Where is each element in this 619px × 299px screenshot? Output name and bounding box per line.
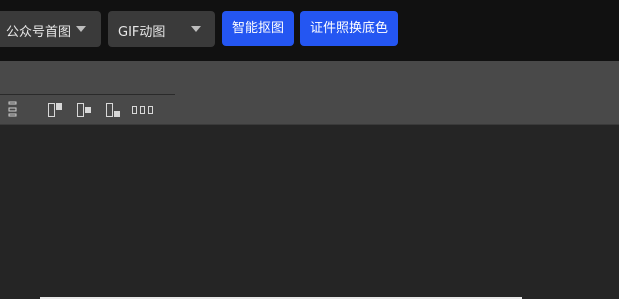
gif-dropdown[interactable]: GIF动图 [108,11,215,47]
gif-dropdown-label: GIF动图 [118,25,166,40]
wechat-cover-dropdown-label: 公众号首图 [6,25,72,40]
align-middle-icon[interactable] [76,101,96,118]
distribute-vertical-icon[interactable] [7,101,19,118]
distribute-horizontal-icon[interactable] [131,101,155,118]
chevron-down-icon [76,26,86,32]
smart-matting-button[interactable]: 智能抠图 [222,11,294,46]
align-top-icon[interactable] [47,101,67,118]
id-photo-background-button[interactable]: 证件照换底色 [300,11,398,46]
divider [0,94,175,95]
panel-header [0,61,619,94]
align-bottom-icon[interactable] [105,101,125,118]
top-toolbar: 公众号首图 GIF动图 智能抠图 证件照换底色 [0,0,619,61]
canvas-area[interactable] [0,125,619,299]
chevron-down-icon [191,26,201,32]
wechat-cover-dropdown[interactable]: 公众号首图 [0,11,101,47]
